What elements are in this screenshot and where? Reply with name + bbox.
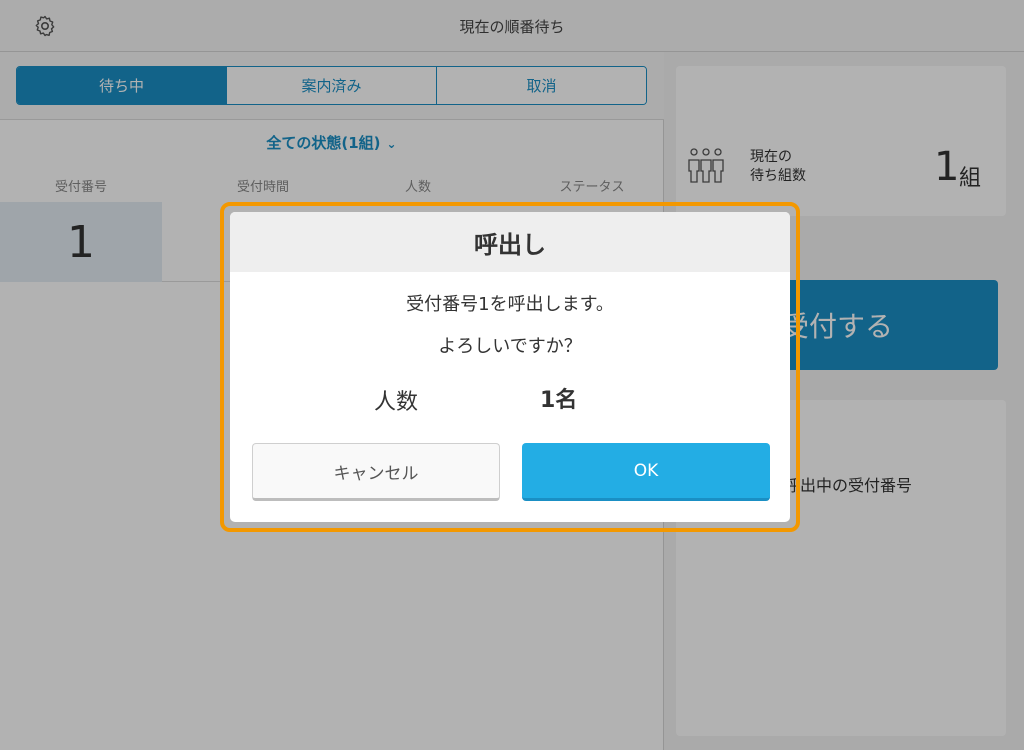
call-dialog: 呼出し 受付番号1を呼出します。 よろしいですか？ 人数 1名 キャンセル OK xyxy=(230,212,790,522)
dialog-title: 呼出し xyxy=(230,212,790,272)
cancel-button[interactable]: キャンセル xyxy=(252,443,500,501)
dialog-highlight-frame: 呼出し 受付番号1を呼出します。 よろしいですか？ 人数 1名 キャンセル OK xyxy=(220,202,800,532)
dialog-message: 受付番号1を呼出します。 xyxy=(406,294,614,315)
dialog-people-value: 1名 xyxy=(540,388,578,413)
dialog-confirm-question: よろしいですか？ xyxy=(438,336,582,357)
dialog-people-label: 人数 xyxy=(374,390,419,415)
ok-button[interactable]: OK xyxy=(522,443,770,501)
